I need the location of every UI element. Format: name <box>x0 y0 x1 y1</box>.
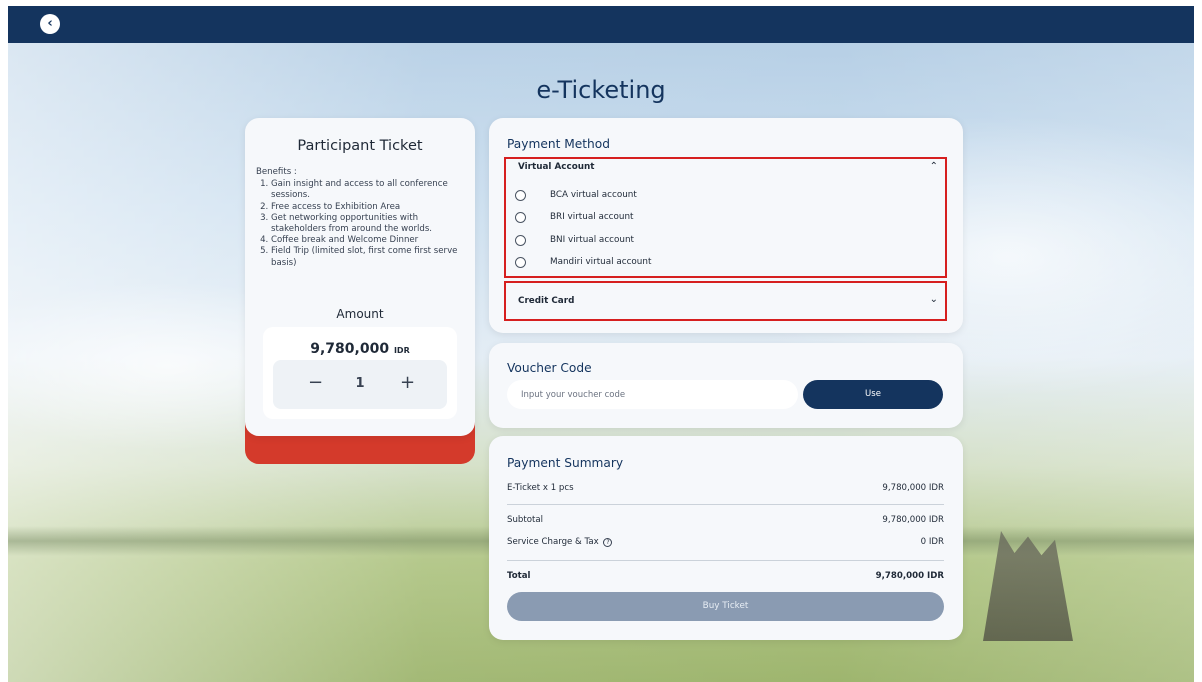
benefit-item: Coffee break and Welcome Dinner <box>271 235 468 246</box>
chevron-down-icon[interactable]: ⌄ <box>930 294 938 305</box>
payment-option-label: BRI virtual account <box>550 212 634 222</box>
summary-item-row: E-Ticket x 1 pcs 9,780,000 IDR <box>507 483 944 495</box>
amount-unit: IDR <box>393 346 410 355</box>
virtual-account-header[interactable]: Virtual Account <box>518 162 595 172</box>
buy-ticket-button[interactable]: Buy Ticket <box>507 592 944 621</box>
voucher-title: Voucher Code <box>507 361 592 375</box>
payment-option-label: BNI virtual account <box>550 235 634 245</box>
benefits-list: Gain insight and access to all conferenc… <box>271 179 468 269</box>
service-charge-label: Service Charge & Tax <box>507 537 599 547</box>
back-button[interactable]: ‹ <box>40 14 60 34</box>
benefit-item: Field Trip (limited slot, first come fir… <box>271 246 468 268</box>
summary-item-value: 9,780,000 IDR <box>882 483 944 493</box>
subtotal-value: 9,780,000 IDR <box>882 515 944 525</box>
payment-option-label: BCA virtual account <box>550 190 637 200</box>
quantity-value: 1 <box>355 376 365 391</box>
amount-box: 9,780,000 IDR − 1 + <box>263 327 457 419</box>
total-value: 9,780,000 IDR <box>875 571 944 581</box>
ticket-title: Participant Ticket <box>297 138 423 154</box>
radio-button[interactable] <box>515 190 526 201</box>
total-row: Total 9,780,000 IDR <box>507 571 944 583</box>
amount-label: Amount <box>336 307 384 321</box>
page-title: e-Ticketing <box>536 76 666 104</box>
radio-button[interactable] <box>515 257 526 268</box>
payment-summary-card: Payment Summary E-Ticket x 1 pcs 9,780,0… <box>489 436 963 640</box>
payment-option-mandiri[interactable]: Mandiri virtual account <box>515 255 935 271</box>
radio-button[interactable] <box>515 212 526 223</box>
chevron-up-icon[interactable]: ⌃ <box>930 161 938 172</box>
payment-option-label: Mandiri virtual account <box>550 257 652 267</box>
benefit-item: Gain insight and access to all conferenc… <box>271 179 468 201</box>
decrease-button[interactable]: − <box>308 373 323 393</box>
total-label: Total <box>507 571 531 581</box>
payment-method-card: Payment Method Virtual Account ⌃ BCA vir… <box>489 118 963 333</box>
payment-option-bca[interactable]: BCA virtual account <box>515 188 935 204</box>
summary-divider <box>507 560 944 561</box>
subtotal-row: Subtotal 9,780,000 IDR <box>507 515 944 527</box>
amount-number: 9,780,000 <box>310 341 390 357</box>
service-charge-label-wrap: Service Charge & Tax ? <box>507 537 613 547</box>
service-charge-row: Service Charge & Tax ? 0 IDR <box>507 537 944 549</box>
credit-card-section[interactable]: Credit Card ⌄ <box>504 281 947 321</box>
use-voucher-button[interactable]: Use <box>803 380 943 409</box>
payment-option-bri[interactable]: BRI virtual account <box>515 210 935 226</box>
service-charge-value: 0 IDR <box>920 537 944 547</box>
help-icon[interactable]: ? <box>603 538 613 547</box>
participant-ticket: Participant Ticket Benefits : Gain insig… <box>245 118 475 464</box>
credit-card-header[interactable]: Credit Card <box>518 296 574 306</box>
benefits-label: Benefits : <box>256 167 297 177</box>
benefit-item: Free access to Exhibition Area <box>271 202 468 213</box>
voucher-input[interactable] <box>507 380 798 409</box>
virtual-account-section: Virtual Account ⌃ BCA virtual account BR… <box>504 157 947 278</box>
benefit-item: Get networking opportunities with stakeh… <box>271 213 468 235</box>
quantity-stepper: − 1 + <box>273 360 447 409</box>
ticket-card: Participant Ticket Benefits : Gain insig… <box>245 118 475 436</box>
top-bar: ‹ <box>8 6 1194 43</box>
chevron-left-icon: ‹ <box>47 16 53 31</box>
subtotal-label: Subtotal <box>507 515 544 525</box>
increase-button[interactable]: + <box>400 373 415 393</box>
amount-value: 9,780,000 IDR <box>263 341 457 357</box>
summary-divider <box>507 504 944 505</box>
benefits-section: Benefits : Gain insight and access to al… <box>256 167 468 269</box>
payment-option-bni[interactable]: BNI virtual account <box>515 233 935 249</box>
radio-button[interactable] <box>515 235 526 246</box>
summary-item-label: E-Ticket x 1 pcs <box>507 483 574 493</box>
payment-summary-title: Payment Summary <box>507 456 624 470</box>
voucher-card: Voucher Code Use <box>489 343 963 428</box>
page-frame: ‹ e-Ticketing Participant Ticket Benefit… <box>8 6 1194 682</box>
payment-method-title: Payment Method <box>507 137 610 151</box>
